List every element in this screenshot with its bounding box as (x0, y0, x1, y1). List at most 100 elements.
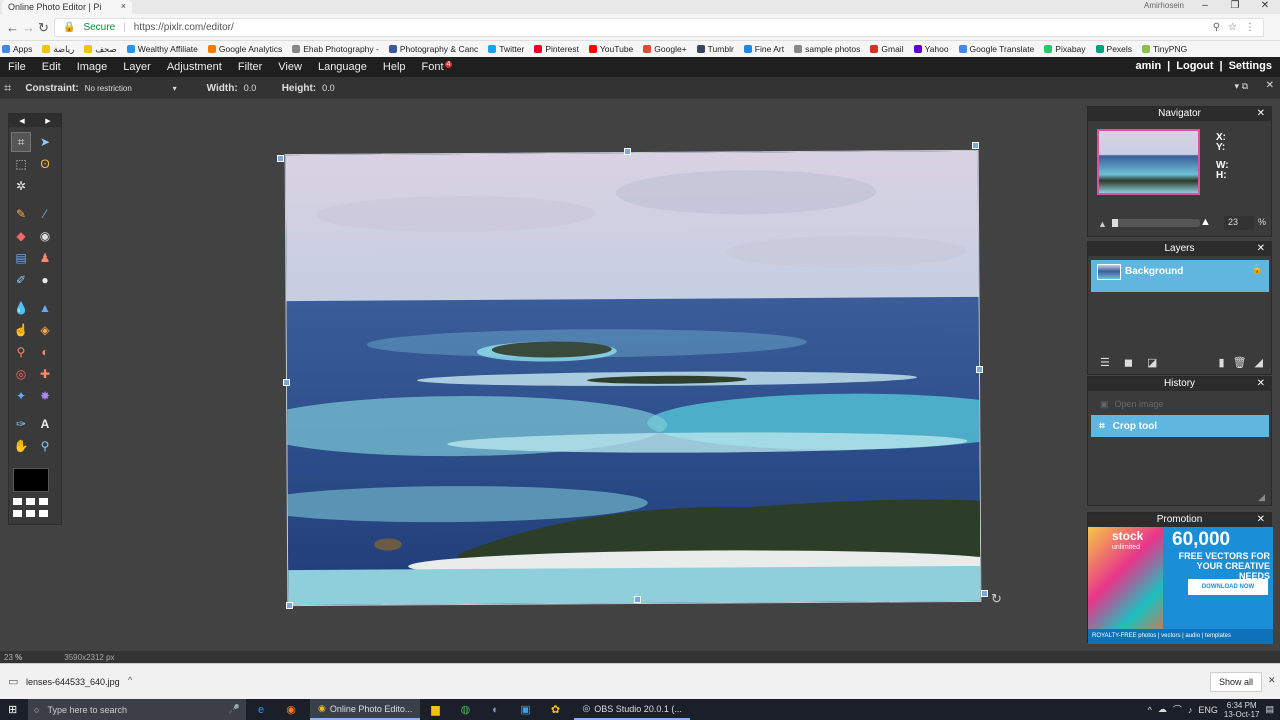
crop-handle-tl[interactable] (277, 155, 284, 162)
bookmark-item[interactable]: Wealthy Affiliate (126, 44, 198, 54)
menu-view[interactable]: View (270, 61, 310, 73)
menu-adjustment[interactable]: Adjustment (159, 61, 230, 73)
eraser-tool-icon[interactable]: ◆ (11, 226, 31, 246)
bookmark-item[interactable]: Photography & Canc (388, 44, 478, 54)
layer-style-icon[interactable]: ◪ (1147, 356, 1157, 369)
bookmark-item[interactable]: Pexels (1095, 44, 1132, 54)
marquee-tool-icon[interactable]: ⬚ (11, 154, 31, 174)
close-icon[interactable]: ✕ (1257, 377, 1265, 391)
bookmark-item[interactable]: Google+ (643, 44, 687, 54)
bookmark-item[interactable]: Pinterest (534, 44, 579, 54)
color-picker-icon[interactable]: ✐ (11, 270, 31, 290)
tray-cloud-icon[interactable]: ☁ (1158, 704, 1167, 715)
brush-tool-icon[interactable]: ⁄ (35, 204, 55, 224)
xbox-icon[interactable]: ◍ (450, 699, 480, 720)
dodge-tool-icon[interactable]: ⚲ (11, 342, 31, 362)
bloat-tool-icon[interactable]: ✦ (11, 386, 31, 406)
smudge-tool-icon[interactable]: ☝ (11, 320, 31, 340)
maximize-icon[interactable]: ❐ (1220, 0, 1250, 14)
show-all-button[interactable]: Show all (1210, 672, 1263, 692)
tray-network-icon[interactable]: ⌒ (1173, 703, 1182, 716)
crop-handle-tr[interactable] (972, 142, 979, 149)
close-window-icon[interactable]: ✕ (1250, 0, 1280, 14)
hand-tool-icon[interactable]: ✋ (11, 436, 31, 456)
resize-grip-icon[interactable]: ◢ (1255, 356, 1263, 369)
minimize-icon[interactable]: – (1190, 0, 1220, 14)
close-tab-icon[interactable]: × (121, 1, 126, 11)
tray-arrow-icon[interactable]: ^ (1148, 705, 1152, 715)
forward-icon[interactable]: → (22, 20, 35, 35)
new-layer-icon[interactable]: ▮ (1219, 356, 1225, 369)
paint-icon[interactable]: ✿ (540, 699, 570, 720)
menu-language[interactable]: Language (310, 61, 375, 73)
firefox-icon[interactable]: ◉ (276, 699, 306, 720)
settings-link[interactable]: Settings (1229, 60, 1272, 72)
menu-filter[interactable]: Filter (230, 61, 270, 73)
layer-row-background[interactable]: Background 🔒 (1091, 260, 1269, 292)
app-icon[interactable]: ◐ (480, 699, 510, 720)
file-explorer-icon[interactable]: ▆ (420, 699, 450, 720)
zoom-icon[interactable]: ⚲ (1213, 22, 1220, 33)
move-tool-icon[interactable]: ➤ (35, 132, 55, 152)
taskbar-app-obs[interactable]: ◎ OBS Studio 20.0.1 (... (574, 699, 690, 720)
zoom-out-icon[interactable]: ▲ (1098, 219, 1107, 229)
bookmark-item[interactable]: Ehab Photography - (292, 44, 379, 54)
bookmark-item[interactable]: TinyPNG (1142, 44, 1187, 54)
reload-icon[interactable]: ↻ (38, 20, 49, 36)
constraint-select[interactable]: No restriction ▾ (85, 84, 177, 93)
url-input[interactable]: 🔒 Secure | https://pixlr.com/editor/ ⚲ ☆… (54, 18, 1264, 37)
history-item-open[interactable]: ▣ Open image (1100, 399, 1164, 410)
navigator-thumbnail[interactable] (1097, 129, 1200, 195)
promotion-ad[interactable]: stock unlimited 60,000 FREE VECTORS FOR … (1088, 527, 1273, 644)
star-icon[interactable]: ☆ (1228, 22, 1237, 33)
taskbar-search[interactable]: ○ Type here to search 🎤 (28, 699, 246, 720)
menu-kebab-icon[interactable]: ⋮ (1245, 22, 1255, 33)
close-icon[interactable]: ✕ (1268, 675, 1276, 686)
tray-clock[interactable]: 6:34 PM 13-Oct-17 (1224, 701, 1260, 719)
pencil-tool-icon[interactable]: ✎ (11, 204, 31, 224)
store-icon[interactable]: ▣ (510, 699, 540, 720)
bookmark-item[interactable]: رياضة (42, 44, 74, 55)
bookmark-item[interactable]: Google Translate (958, 44, 1034, 54)
menu-edit[interactable]: Edit (34, 61, 69, 73)
crop-handle-bl[interactable] (286, 602, 293, 609)
height-input[interactable]: 0.0 (322, 83, 335, 93)
zoom-tool-icon[interactable]: ⚲ (35, 436, 55, 456)
width-input[interactable]: 0.0 (244, 83, 282, 93)
download-filename[interactable]: lenses-644533_640.jpg (26, 677, 120, 687)
crop-tool-icon[interactable]: ⌗ (11, 132, 31, 152)
close-icon[interactable]: ✕ (1257, 242, 1265, 256)
microphone-icon[interactable]: 🎤 (229, 704, 240, 715)
bookmark-item[interactable]: Pixabay (1044, 44, 1086, 54)
menu-file[interactable]: File (0, 61, 34, 73)
logout-link[interactable]: Logout (1176, 60, 1213, 72)
close-panel-icon[interactable]: ✕ (1266, 80, 1274, 91)
bookmark-item[interactable]: Fine Art (743, 44, 784, 54)
sharpen-tool-icon[interactable]: ▲ (35, 298, 55, 318)
browser-tab[interactable]: Online Photo Editor | Pi × (2, 0, 132, 14)
user-name[interactable]: amin (1135, 60, 1161, 72)
red-eye-tool-icon[interactable]: ◎ (11, 364, 31, 384)
gradient-tool-icon[interactable]: ▤ (11, 248, 31, 268)
notification-icon[interactable]: ▤ (1265, 704, 1274, 715)
layer-mask-icon[interactable]: ◼ (1124, 356, 1133, 369)
back-icon[interactable]: ← (6, 20, 19, 35)
spot-heal-tool-icon[interactable]: ✚ (35, 364, 55, 384)
menu-image[interactable]: Image (69, 61, 116, 73)
close-icon[interactable]: ✕ (1257, 107, 1265, 121)
edge-icon[interactable]: e (246, 699, 276, 720)
chevron-up-icon[interactable]: ^ (128, 675, 132, 685)
sponge-tool-icon[interactable]: ◈ (35, 320, 55, 340)
panel-toggle-icon[interactable]: ▾ ⧉ (1235, 81, 1248, 92)
resize-grip-icon[interactable]: ◢ (1258, 492, 1265, 503)
arrow-left-icon[interactable]: ◀ (19, 117, 24, 125)
taskbar-app-chrome[interactable]: ◉ Online Photo Edito... (310, 699, 421, 720)
bookmark-item[interactable]: Tumblr (696, 44, 734, 54)
stamp-tool-icon[interactable]: ♟ (35, 248, 55, 268)
trash-icon[interactable]: 🗑 (1233, 356, 1247, 369)
pinch-tool-icon[interactable]: ✸ (35, 386, 55, 406)
layer-settings-icon[interactable]: ☰ (1100, 356, 1110, 369)
tray-lang[interactable]: ENG (1198, 705, 1218, 715)
menu-help[interactable]: Help (375, 61, 414, 73)
bookmark-item[interactable]: YouTube (588, 44, 633, 54)
